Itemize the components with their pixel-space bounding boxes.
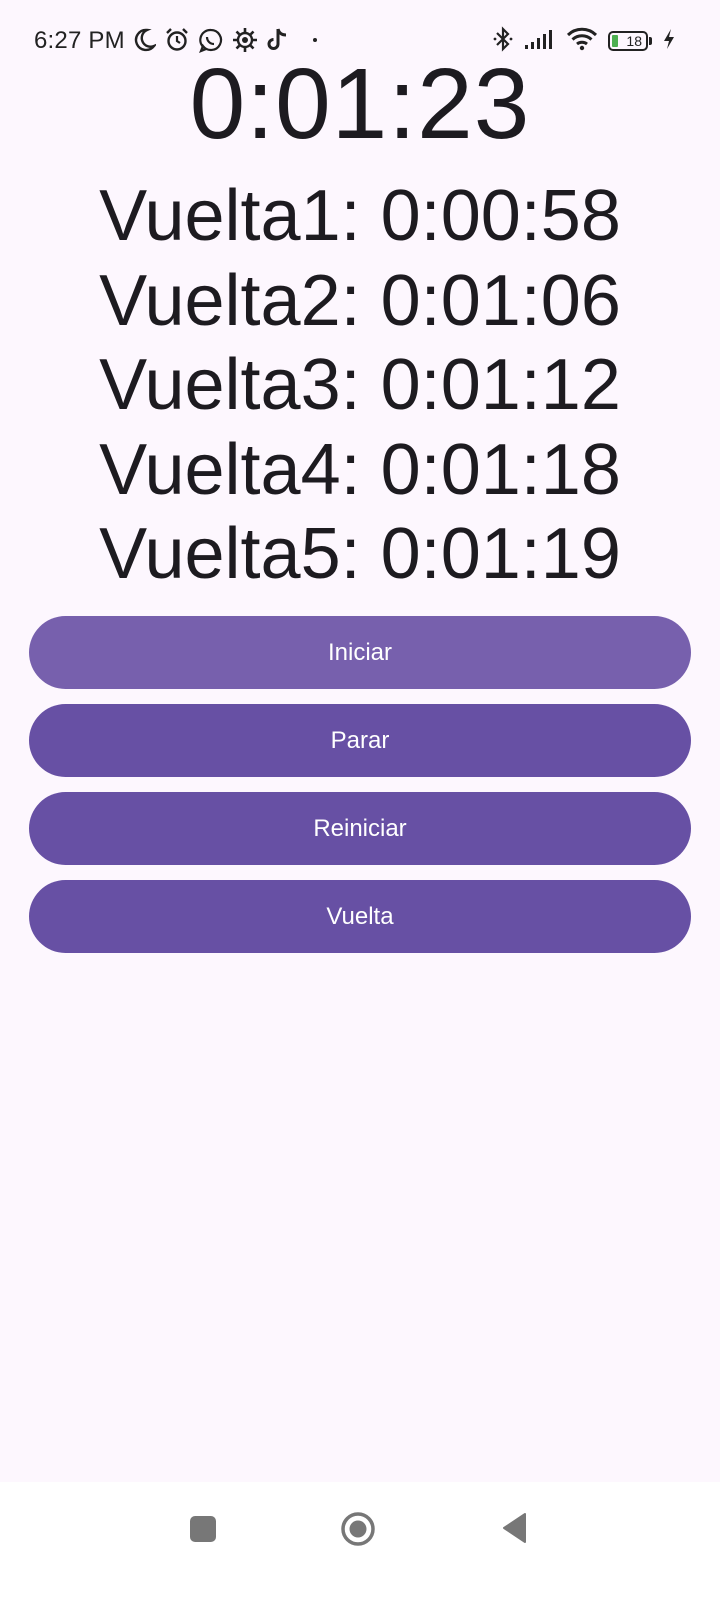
lap-item: Vuelta2: 0:01:06 <box>99 260 621 341</box>
recents-icon[interactable] <box>190 1516 216 1542</box>
navigation-bar <box>0 1482 720 1600</box>
stop-button[interactable]: Parar <box>29 704 691 777</box>
dot-icon <box>312 37 318 43</box>
elapsed-time: 0:01:23 <box>189 48 531 160</box>
lap-button[interactable]: Vuelta <box>29 880 691 953</box>
button-group: Iniciar Parar Reiniciar Vuelta <box>29 616 691 968</box>
lap-item: Vuelta3: 0:01:12 <box>99 345 621 425</box>
home-icon[interactable] <box>340 1511 376 1547</box>
reset-button[interactable]: Reiniciar <box>29 792 691 865</box>
lap-item: Vuelta4: 0:01:18 <box>99 429 621 510</box>
back-icon[interactable] <box>501 1511 527 1545</box>
lap-list: Vuelta1: 0:00:58 Vuelta2: 0:01:06 Vuelta… <box>0 174 720 597</box>
lap-item: Vuelta5: 0:01:19 <box>99 514 621 594</box>
start-button[interactable]: Iniciar <box>29 616 691 689</box>
lap-item: Vuelta1: 0:00:58 <box>99 176 621 256</box>
battery-tip <box>649 37 652 45</box>
